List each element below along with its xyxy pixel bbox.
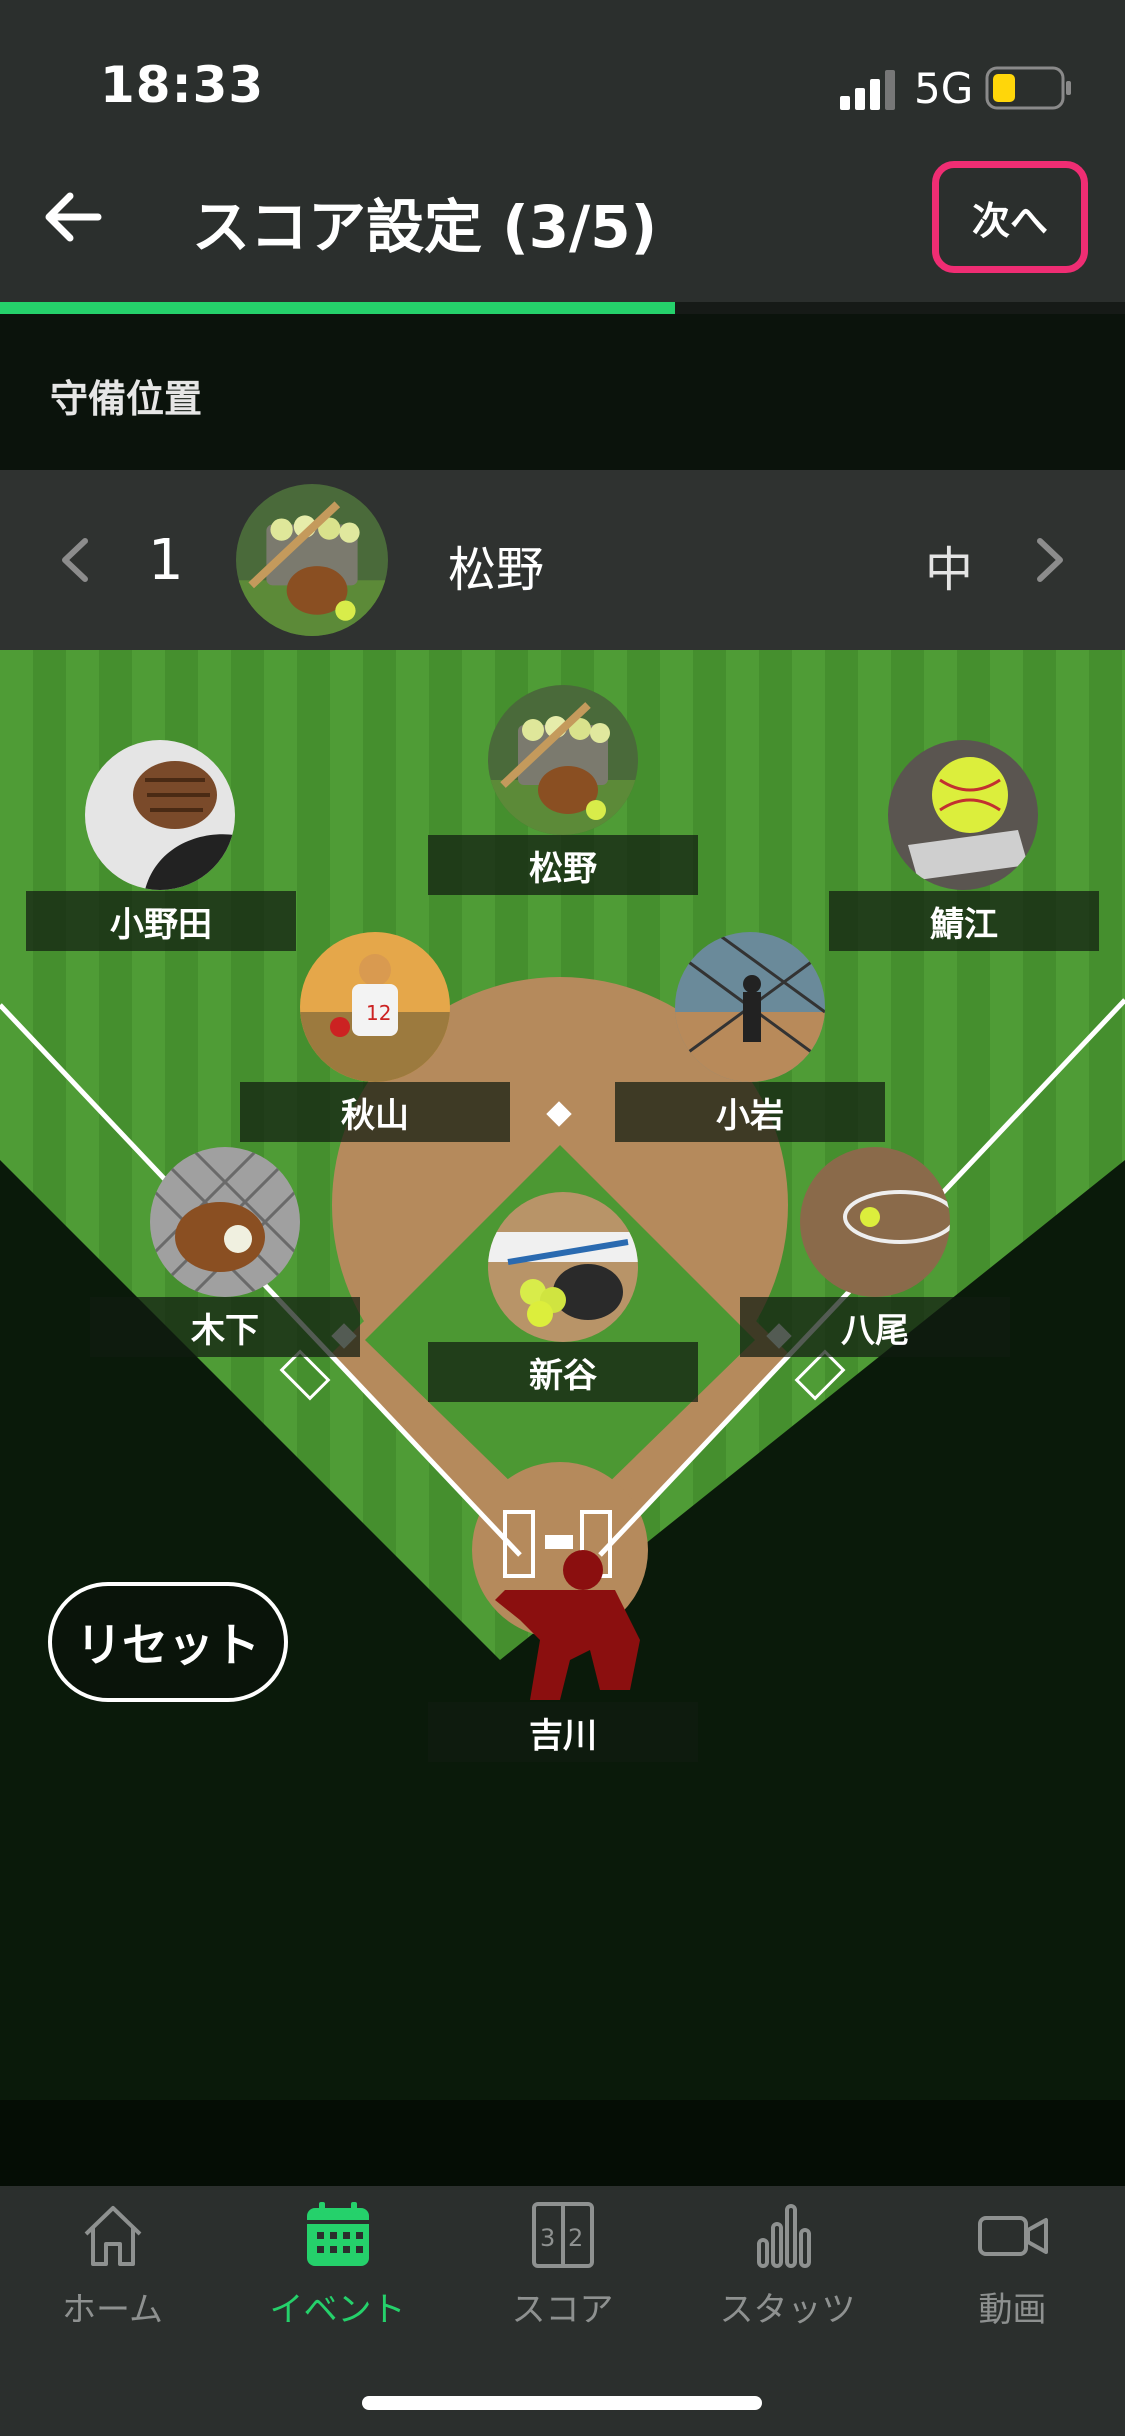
video-camera-icon xyxy=(978,2216,1048,2256)
tab-stats[interactable]: スタッツ xyxy=(675,2200,900,2340)
selected-player-avatar xyxy=(236,484,388,636)
player-label-shortstop[interactable]: 秋山 xyxy=(240,1082,510,1142)
cellular-signal-icon xyxy=(840,70,895,110)
player-label-catcher[interactable]: 吉川 xyxy=(428,1702,698,1762)
player-label-second[interactable]: 小岩 xyxy=(615,1082,885,1142)
bar-chart-icon xyxy=(757,2204,811,2268)
player-avatar-first[interactable] xyxy=(800,1147,950,1297)
tab-event[interactable]: イベント xyxy=(225,2200,450,2340)
home-icon xyxy=(84,2206,142,2266)
home-indicator xyxy=(362,2396,762,2410)
selected-player-position[interactable]: 中 xyxy=(925,530,973,600)
page-title: スコア設定 (3/5) xyxy=(192,193,658,261)
section-label: 守備位置 xyxy=(50,377,203,421)
chevron-left-icon[interactable] xyxy=(55,535,95,585)
player-label-center[interactable]: 松野 xyxy=(428,835,698,895)
battery-icon xyxy=(985,66,1071,110)
tab-label: イベント xyxy=(269,2290,406,2330)
player-label-left[interactable]: 小野田 xyxy=(26,891,296,951)
next-button[interactable]: 次へ xyxy=(932,161,1088,273)
tab-label: 動画 xyxy=(978,2290,1047,2330)
tab-label: ホーム xyxy=(62,2290,163,2330)
player-avatar-right[interactable] xyxy=(888,740,1038,890)
scorebook-icon: 3 2 xyxy=(532,2202,594,2268)
svg-text:2: 2 xyxy=(568,2224,583,2252)
progress-bar-fill xyxy=(0,302,675,314)
player-label-third[interactable]: 木下 xyxy=(90,1297,360,1357)
status-time: 18:33 xyxy=(100,56,265,114)
player-avatar-left[interactable] xyxy=(85,740,235,890)
player-avatar-pitcher[interactable] xyxy=(488,1192,638,1342)
player-label-pitcher[interactable]: 新谷 xyxy=(428,1342,698,1402)
batting-order-number: 1 xyxy=(148,528,184,593)
selected-player-name: 松野 xyxy=(448,542,545,598)
player-label-right[interactable]: 鯖江 xyxy=(829,891,1099,951)
back-arrow-icon[interactable] xyxy=(38,182,108,252)
tab-video[interactable]: 動画 xyxy=(900,2200,1125,2340)
player-label-first[interactable]: 八尾 xyxy=(740,1297,1010,1357)
tab-label: スタッツ xyxy=(719,2290,856,2330)
player-avatar-second[interactable] xyxy=(675,932,825,1082)
network-type: 5G xyxy=(914,64,974,113)
player-avatar-third[interactable] xyxy=(150,1147,300,1297)
svg-text:3: 3 xyxy=(540,2224,555,2252)
tab-home[interactable]: ホーム xyxy=(0,2200,225,2340)
reset-button[interactable]: リセット xyxy=(48,1582,288,1702)
tab-label: スコア xyxy=(511,2290,614,2330)
chevron-right-icon[interactable] xyxy=(1030,535,1070,585)
player-avatar-shortstop[interactable] xyxy=(300,932,450,1082)
player-avatar-center[interactable] xyxy=(488,685,638,835)
tab-score[interactable]: 3 2 スコア xyxy=(450,2200,675,2340)
calendar-icon xyxy=(307,2202,369,2266)
